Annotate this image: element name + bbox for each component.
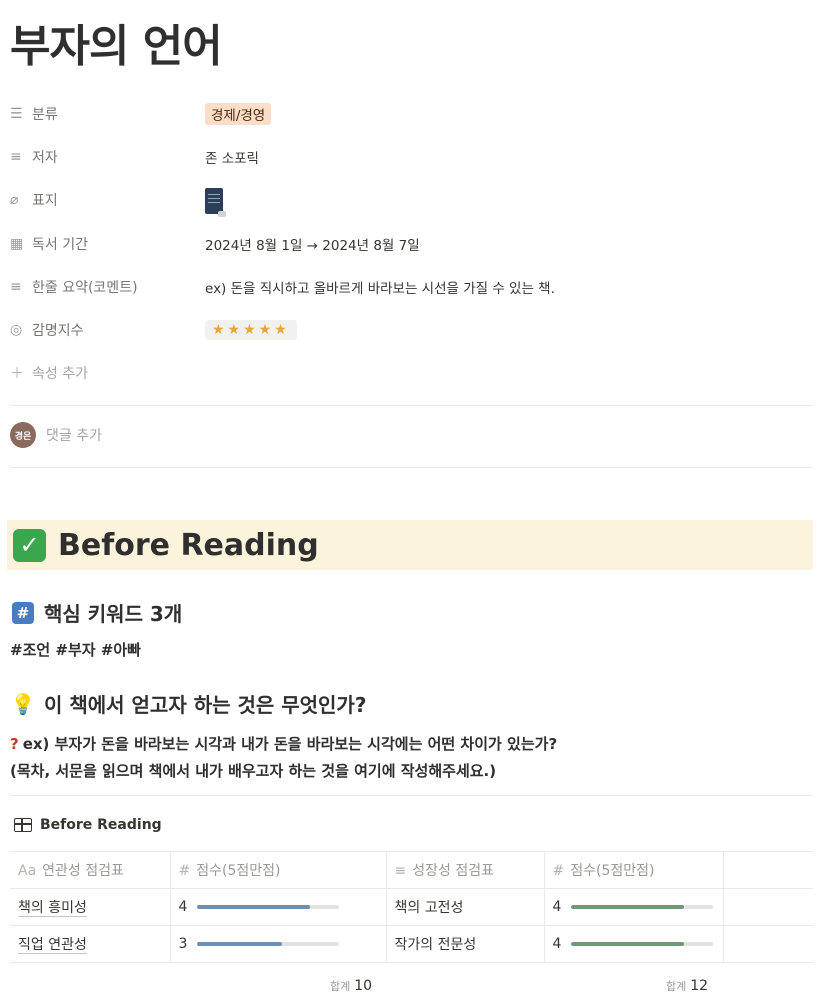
property-summary[interactable]: ≡ 한줄 요약(코멘트) ex) 돈을 직시하고 올바르게 바라보는 시선을 가질…	[10, 265, 813, 308]
score-value: 3	[178, 936, 188, 952]
growth-cell[interactable]: 책의 고전성	[386, 888, 545, 926]
score-progress-bar	[196, 905, 339, 909]
property-rating[interactable]: ◎ 감명지수 ★★★★★	[10, 308, 813, 351]
table-row[interactable]: 책의 흥미성 4 책의 고전성 4	[10, 888, 813, 926]
hash-icon: #	[12, 601, 34, 624]
score-cell[interactable]: 4	[544, 925, 724, 963]
score-progress-fill	[196, 942, 282, 946]
score-progress-bar	[570, 942, 713, 946]
score-cell[interactable]: 4	[544, 888, 724, 926]
text-lines-icon: ≡	[10, 148, 22, 165]
divider	[10, 467, 813, 468]
circle-chevron-icon: ◎	[10, 322, 23, 339]
keywords-text[interactable]: #조언 #부자 #아빠	[10, 639, 141, 660]
table-row[interactable]: 직업 연관성 3 작가의 전문성 4	[10, 925, 813, 963]
section-title[interactable]: Before Reading	[58, 528, 319, 563]
column-header-relevance[interactable]: Aa 연관성 점검표	[10, 851, 171, 889]
paperclip-icon: ⌀	[10, 192, 19, 209]
total-score-2: 합계 12	[666, 978, 709, 994]
list-icon: ☰	[10, 105, 23, 122]
column-header-score-1[interactable]: # 점수(5점만점)	[170, 851, 387, 889]
avatar: 경은	[10, 422, 36, 448]
keywords-heading: # 핵심 키워드 3개	[12, 598, 182, 627]
score-progress-bar	[196, 942, 339, 946]
section-heading-before-reading: ✓ Before Reading	[7, 520, 813, 570]
property-reading-period[interactable]: ▦ 독서 기간 2024년 8월 1일 → 2024년 8월 7일	[10, 222, 813, 265]
score-cell[interactable]: 4	[170, 888, 387, 926]
database-title[interactable]: Before Reading	[14, 817, 162, 833]
text-lines-icon: ≡	[10, 278, 22, 295]
property-author[interactable]: ≡ 저자 존 소포릭	[10, 135, 813, 178]
score-value: 4	[552, 936, 562, 952]
add-comment[interactable]: 경은 댓글 추가	[10, 422, 102, 448]
before-reading-table: Aa 연관성 점검표 # 점수(5점만점) ≡ 성장성 점검표 # 점수(5점만점) 책…	[10, 851, 813, 963]
score-progress-fill	[570, 905, 685, 909]
plus-icon: ＋	[10, 366, 24, 383]
score-progress-fill	[196, 905, 311, 909]
reading-period-value[interactable]: 2024년 8월 1일 → 2024년 8월 7일	[205, 234, 420, 254]
check-icon: ✓	[13, 528, 46, 562]
goal-heading: 💡 이 책에서 얻고자 하는 것은 무엇인가?	[10, 691, 367, 718]
score-progress-fill	[570, 942, 685, 946]
category-tag[interactable]: 경제/경영	[205, 102, 272, 125]
comment-placeholder[interactable]: 댓글 추가	[46, 425, 102, 445]
score-progress-bar	[570, 905, 713, 909]
book-cover-thumbnail[interactable]	[205, 188, 226, 218]
divider	[10, 795, 813, 796]
name-cell[interactable]: 직업 연관성	[10, 925, 171, 963]
table-icon	[14, 818, 32, 832]
calendar-icon: ▦	[10, 235, 24, 252]
rating-stars[interactable]: ★★★★★	[205, 320, 297, 341]
author-value[interactable]: 존 소포릭	[205, 147, 259, 167]
column-header-growth[interactable]: ≡ 성장성 점검표	[386, 851, 545, 889]
name-cell[interactable]: 책의 흥미성	[10, 888, 171, 926]
column-header-empty	[723, 851, 813, 889]
properties-panel: ☰ 분류 경제/경영 ≡ 저자 존 소포릭 ⌀ 표지 ▦ 독서 기간 2024년 8월 …	[10, 92, 813, 395]
property-category[interactable]: ☰ 분류 경제/경영	[10, 92, 813, 135]
lightbulb-icon: 💡	[10, 691, 36, 716]
empty-cell	[723, 888, 813, 926]
goal-note[interactable]: (목차, 서문을 읽으며 책에서 내가 배우고자 하는 것을 여기에 작성해주세…	[10, 760, 496, 781]
divider	[10, 405, 813, 406]
property-cover[interactable]: ⌀ 표지	[10, 179, 813, 222]
score-value: 4	[178, 899, 188, 915]
summary-value[interactable]: ex) 돈을 직시하고 올바르게 바라보는 시선을 가질 수 있는 책.	[205, 277, 555, 297]
add-property-button[interactable]: ＋ 속성 추가	[10, 352, 813, 395]
goal-question[interactable]: ? ex) 부자가 돈을 바라보는 시각과 내가 돈을 바라보는 시각에는 어떤 …	[10, 733, 557, 754]
page-title[interactable]: 부자의 언어	[10, 10, 223, 74]
question-mark-icon: ?	[10, 735, 19, 753]
empty-cell	[723, 925, 813, 963]
score-value: 4	[552, 899, 562, 915]
score-cell[interactable]: 3	[170, 925, 387, 963]
growth-cell[interactable]: 작가의 전문성	[386, 925, 545, 963]
column-header-score-2[interactable]: # 점수(5점만점)	[544, 851, 724, 889]
total-score-1: 합계 10	[330, 978, 373, 994]
